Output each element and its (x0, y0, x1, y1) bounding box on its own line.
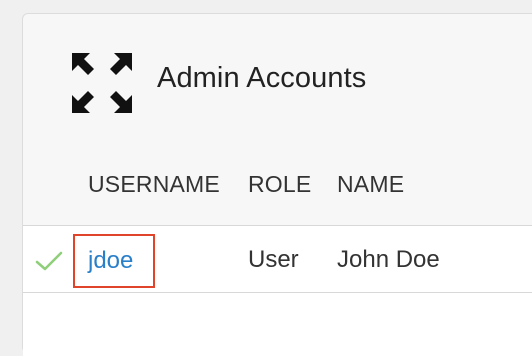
table-row: jdoe User John Doe (23, 226, 532, 293)
role-cell: User (248, 246, 299, 273)
column-header-role: ROLE (248, 171, 312, 197)
column-header-name: NAME (337, 171, 405, 197)
expand-arrows-icon[interactable] (70, 51, 134, 115)
username-link[interactable]: jdoe (73, 234, 155, 288)
panel-header: Admin Accounts (23, 14, 532, 154)
page-title: Admin Accounts (157, 62, 367, 94)
admin-accounts-panel: Admin Accounts USERNAME ROLE NAME jdoe U… (22, 13, 532, 356)
column-header-username: USERNAME (88, 171, 220, 197)
table-body: jdoe User John Doe (23, 225, 532, 356)
check-icon (35, 251, 63, 271)
name-cell: John Doe (337, 246, 440, 273)
